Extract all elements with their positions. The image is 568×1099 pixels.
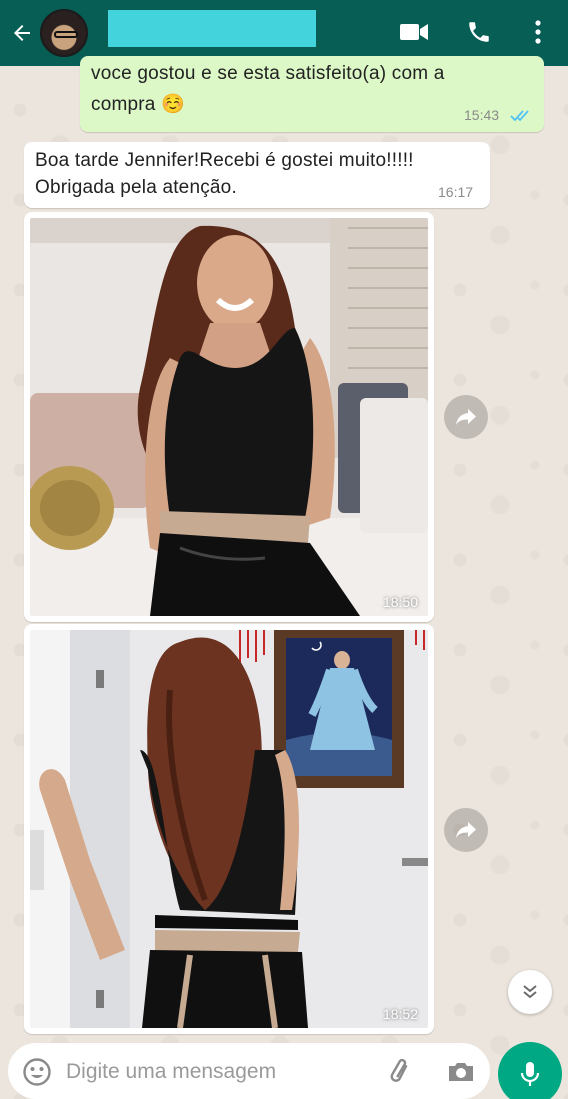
message-text-line1: voce gostou e se esta satisfeito(a) com …: [91, 63, 445, 84]
message-text-line2: Obrigada pela atenção.: [35, 177, 237, 198]
attach-button[interactable]: [386, 1057, 416, 1087]
message-text-line1: Boa tarde Jennifer!Recebi é gostei muito…: [35, 150, 414, 171]
avatar[interactable]: [40, 9, 88, 57]
emoji-button[interactable]: [22, 1057, 52, 1087]
photo-time: 18:52: [382, 1006, 418, 1022]
phone-icon: [469, 22, 489, 42]
forward-icon: [456, 822, 476, 838]
emoji-icon: [23, 1058, 51, 1086]
forward-button[interactable]: [444, 395, 488, 439]
photo-woman-back[interactable]: 18:52: [30, 630, 428, 1028]
avatar-glasses: [54, 31, 78, 38]
camera-icon: [449, 1063, 473, 1081]
more-vert-icon: [535, 20, 541, 44]
message-text-line2: compra ☺️: [91, 94, 185, 115]
double-chevron-down-icon: [523, 985, 537, 999]
incoming-message[interactable]: Boa tarde Jennifer!Recebi é gostei muito…: [24, 142, 490, 208]
outgoing-message[interactable]: voce gostou e se esta satisfeito(a) com …: [80, 56, 544, 132]
mic-button[interactable]: [498, 1042, 562, 1099]
read-ticks-icon: [510, 110, 529, 122]
incoming-photo-message[interactable]: 18:50: [24, 212, 434, 622]
photo-woman-seated[interactable]: 18:50: [30, 218, 428, 616]
forward-icon: [456, 409, 476, 425]
mic-icon: [520, 1062, 540, 1086]
scroll-to-bottom-button[interactable]: [508, 970, 552, 1014]
video-call-icon: [400, 24, 428, 40]
message-time: 15:43: [464, 107, 500, 123]
arrow-left-icon: [14, 25, 30, 41]
back-button[interactable]: [4, 8, 40, 58]
menu-button[interactable]: [520, 14, 556, 50]
incoming-photo-message[interactable]: 18:52: [24, 624, 434, 1034]
photo-time: 18:50: [382, 594, 418, 610]
paperclip-icon: [390, 1058, 408, 1082]
message-time: 16:17: [438, 184, 474, 200]
call-button[interactable]: [461, 14, 497, 50]
photo-image: [30, 630, 428, 1028]
message-composer[interactable]: Digite uma mensagem: [8, 1043, 490, 1099]
photo-image: [30, 218, 428, 616]
message-input-placeholder[interactable]: Digite uma mensagem: [66, 1060, 276, 1084]
contact-name-redacted[interactable]: [108, 10, 316, 47]
camera-button[interactable]: [446, 1057, 476, 1087]
video-call-button[interactable]: [396, 14, 432, 50]
forward-button[interactable]: [444, 808, 488, 852]
